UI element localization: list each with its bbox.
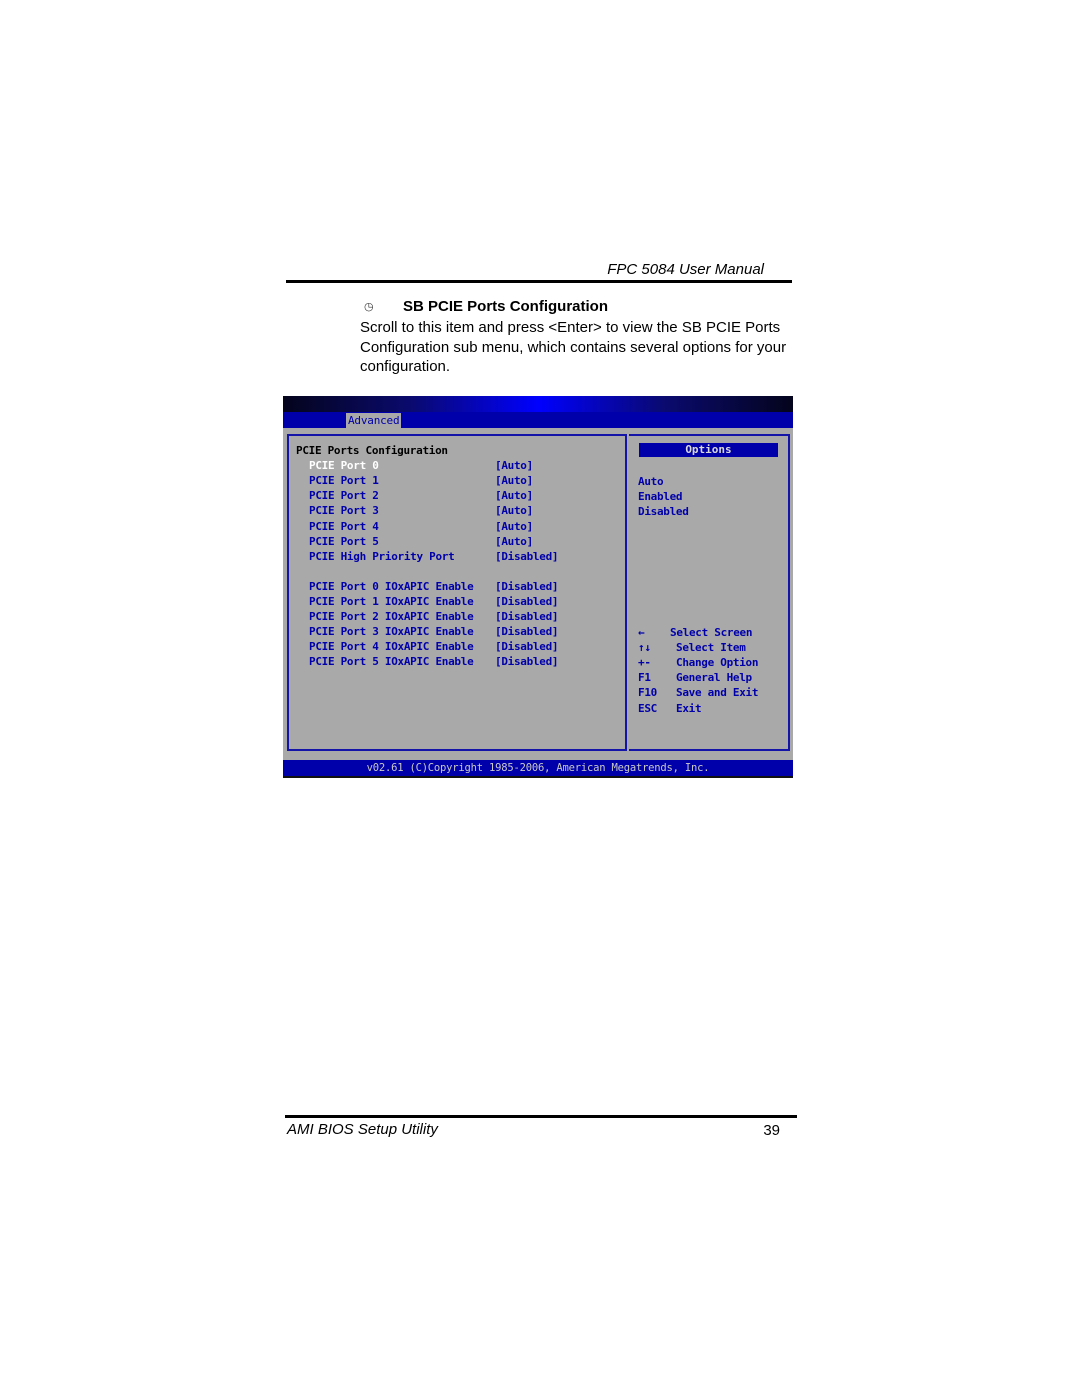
bios-setting-value[interactable]: [Auto]	[495, 519, 533, 534]
bios-setting-value[interactable]: [Disabled]	[495, 594, 559, 609]
bios-setting-label[interactable]: PCIE Port 0 IOxAPIC Enable	[309, 579, 474, 594]
footer-rule	[285, 1115, 797, 1118]
section-title: SB PCIE Ports Configuration	[403, 298, 609, 315]
key-legend-key: +-	[638, 656, 651, 670]
bios-setting-value[interactable]: [Disabled]	[495, 609, 559, 624]
bios-help-panel: Options Auto Enabled Disabled ← Select Scree…	[629, 434, 790, 751]
bios-setting-value[interactable]: [Disabled]	[495, 639, 559, 654]
bios-setting-value[interactable]: [Auto]	[495, 503, 533, 518]
section-body: Scroll to this item and press <Enter> to…	[360, 319, 787, 375]
bios-setting-label[interactable]: PCIE High Priority Port	[309, 549, 455, 564]
bios-setting-label[interactable]: PCIE Port 2	[309, 488, 379, 503]
options-header: Options	[639, 443, 778, 457]
option-item: Auto	[638, 475, 664, 488]
bios-menu-bar: Advanced	[283, 412, 793, 428]
footer-label: AMI BIOS Setup Utility	[287, 1121, 438, 1138]
key-legend-key: ↑↓	[638, 641, 651, 655]
key-legend-action: Exit	[676, 701, 702, 715]
key-legend-key: F1	[638, 671, 651, 685]
bios-setting-value[interactable]: [Auto]	[495, 488, 533, 503]
bios-setting-label[interactable]: PCIE Port 5 IOxAPIC Enable	[309, 654, 474, 669]
bios-setting-label[interactable]: PCIE Port 2 IOxAPIC Enable	[309, 609, 474, 624]
key-legend-key: ESC	[638, 701, 657, 715]
clock-bullet-icon: ◷	[364, 301, 374, 313]
key-legend-action: Select Item	[676, 641, 746, 655]
key-legend-action: Select Screen	[670, 626, 753, 639]
bios-setting-value[interactable]: [Disabled]	[495, 654, 559, 669]
page-header-title: FPC 5084 User Manual	[607, 261, 764, 278]
bios-bottom-edge	[283, 776, 793, 778]
key-legend-key: ←	[638, 626, 645, 639]
bios-setting-value[interactable]: [Auto]	[495, 458, 533, 473]
bios-setting-value[interactable]: [Disabled]	[495, 624, 559, 639]
bios-setting-label[interactable]: PCIE Port 5	[309, 534, 379, 549]
bios-setting-label[interactable]: PCIE Port 4 IOxAPIC Enable	[309, 639, 474, 654]
bios-title-bar	[283, 396, 793, 412]
key-legend-action: Save and Exit	[676, 686, 759, 700]
bios-main-panel: PCIE Ports Configuration PCIE Port 0 [Aut…	[287, 434, 627, 751]
header-rule	[286, 280, 792, 283]
bios-panel-heading: PCIE Ports Configuration	[296, 444, 448, 457]
key-legend-action: General Help	[676, 671, 752, 685]
bios-setting-label[interactable]: PCIE Port 1	[309, 473, 379, 488]
bios-setting-value[interactable]: [Auto]	[495, 473, 533, 488]
bios-setting-label[interactable]: PCIE Port 3 IOxAPIC Enable	[309, 624, 474, 639]
bios-setting-value[interactable]: [Disabled]	[495, 579, 559, 594]
key-legend-action: Change Option	[676, 656, 759, 670]
bios-screenshot: Advanced PCIE Ports Configuration PCIE P…	[283, 396, 793, 778]
tab-advanced[interactable]: Advanced	[346, 413, 402, 428]
bios-setting-label[interactable]: PCIE Port 0	[309, 458, 379, 473]
option-item: Enabled	[638, 490, 683, 504]
bios-setting-label[interactable]: PCIE Port 3	[309, 503, 379, 518]
bios-setting-value[interactable]: [Disabled]	[495, 549, 559, 564]
bios-setting-label[interactable]: PCIE Port 4	[309, 519, 379, 534]
option-item: Disabled	[638, 505, 689, 519]
bios-copyright-footer: v02.61 (C)Copyright 1985-2006, American …	[283, 760, 793, 776]
bios-setting-label[interactable]: PCIE Port 1 IOxAPIC Enable	[309, 594, 474, 609]
bios-setting-value[interactable]: [Auto]	[495, 534, 533, 549]
page-number: 39	[763, 1122, 780, 1139]
key-legend-key: F10	[638, 686, 657, 700]
